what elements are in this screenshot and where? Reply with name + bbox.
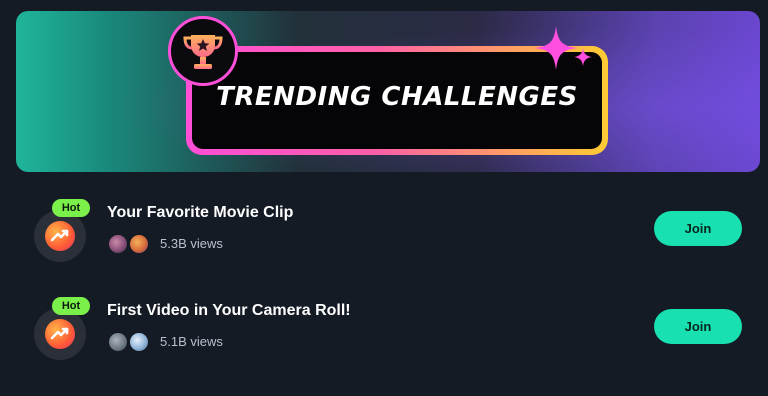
avatar bbox=[108, 234, 128, 254]
participant-avatars bbox=[108, 332, 152, 352]
view-count: 5.1B views bbox=[160, 334, 223, 349]
join-button[interactable]: Join bbox=[654, 309, 742, 344]
banner-title: TRENDING CHALLENGES bbox=[216, 82, 578, 112]
hot-badge: Hot bbox=[52, 297, 90, 315]
challenge-row-2: Hot First Video in Your Camera Roll! 5.1… bbox=[0, 288, 768, 368]
avatar bbox=[129, 234, 149, 254]
sparkle-small-icon bbox=[574, 48, 592, 66]
challenge-icon-wrap bbox=[34, 210, 86, 262]
challenge-icon-bg bbox=[45, 319, 75, 349]
join-button[interactable]: Join bbox=[654, 211, 742, 246]
trophy-badge bbox=[168, 16, 238, 86]
challenge-icon-wrap bbox=[34, 308, 86, 360]
trending-up-icon bbox=[50, 327, 69, 340]
trending-up-icon bbox=[50, 229, 69, 242]
view-count: 5.3B views bbox=[160, 236, 223, 251]
avatar bbox=[108, 332, 128, 352]
participant-avatars bbox=[108, 234, 152, 254]
sparkle-large-icon bbox=[534, 26, 578, 70]
hot-badge: Hot bbox=[52, 199, 90, 217]
avatar bbox=[129, 332, 149, 352]
challenge-title[interactable]: Your Favorite Movie Clip bbox=[107, 204, 293, 222]
challenge-title[interactable]: First Video in Your Camera Roll! bbox=[107, 302, 351, 320]
challenge-icon-bg bbox=[45, 221, 75, 251]
challenge-row-1: Hot Your Favorite Movie Clip 5.3B views … bbox=[0, 190, 768, 270]
trophy-icon bbox=[183, 35, 223, 69]
